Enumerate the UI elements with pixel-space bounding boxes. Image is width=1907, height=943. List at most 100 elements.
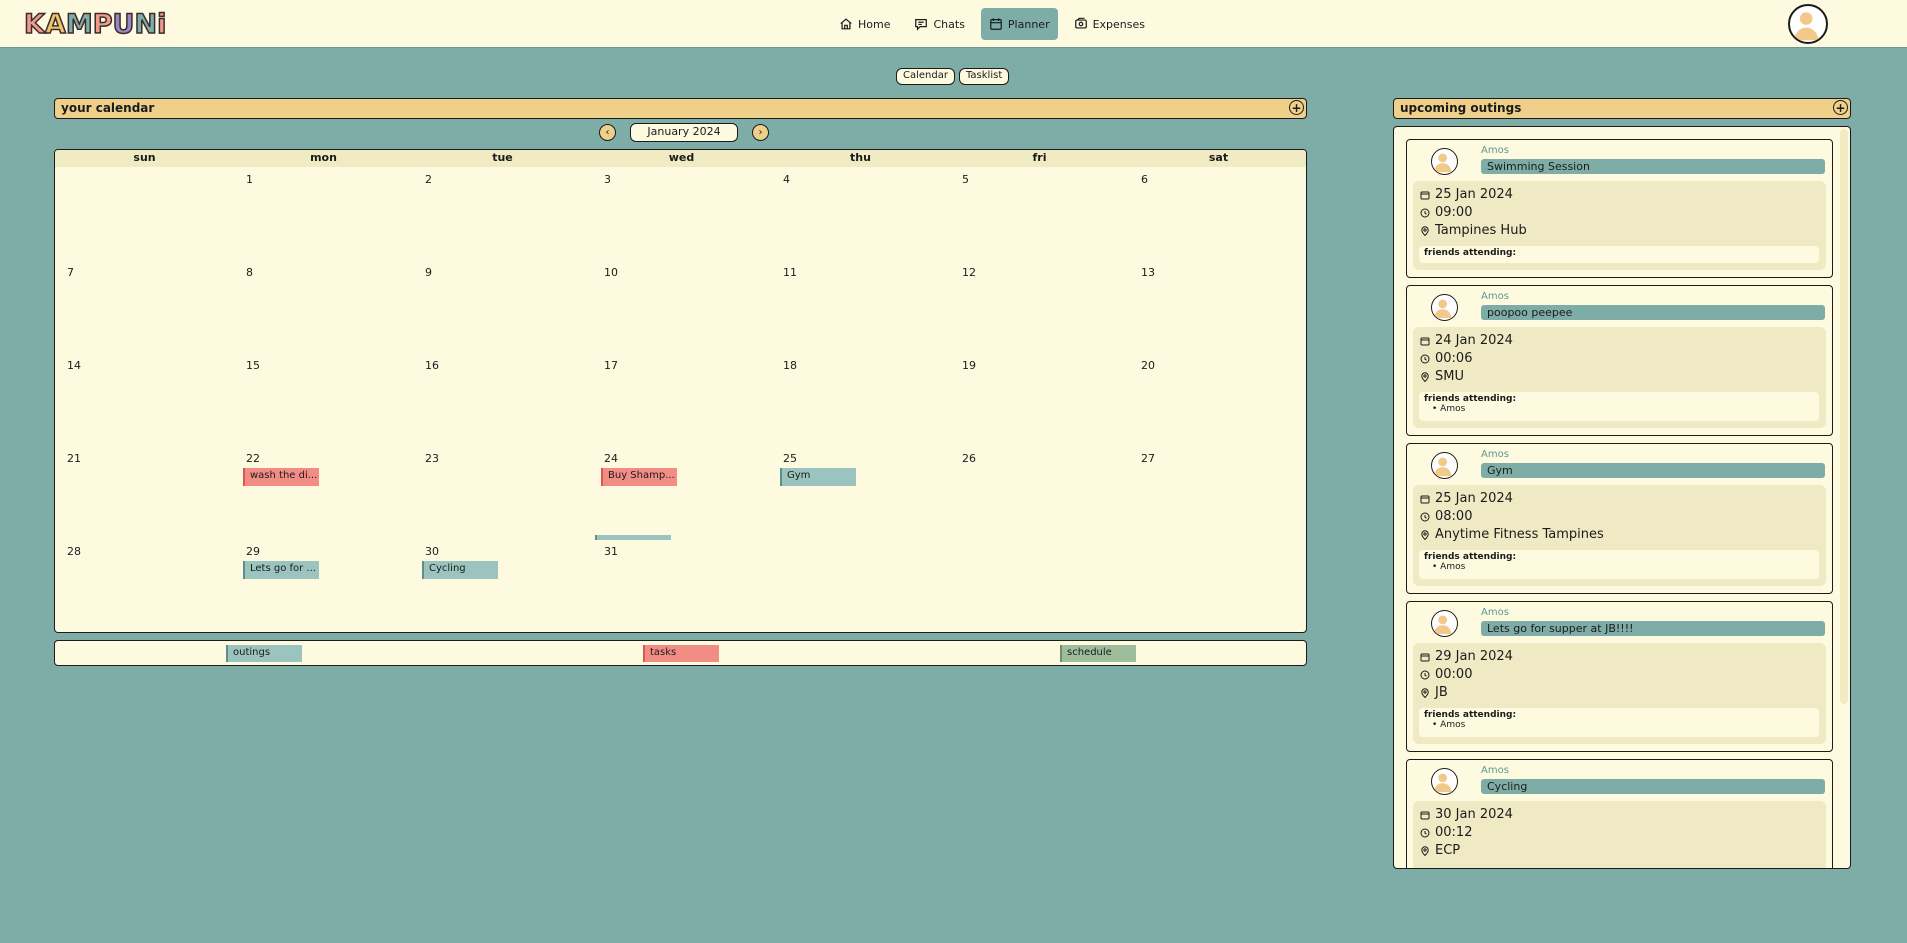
- friends-attending: friends attending:: [1419, 246, 1819, 263]
- nav-expenses[interactable]: Expenses: [1066, 8, 1153, 40]
- next-month-button[interactable]: ›: [752, 124, 769, 141]
- day-number: 21: [67, 452, 81, 465]
- outing-time: 09:00: [1420, 205, 1472, 220]
- outing-location: JB: [1420, 685, 1448, 700]
- nav-home-label: Home: [858, 17, 891, 31]
- calendar-view-button[interactable]: Calendar: [896, 68, 955, 85]
- weekday-label: mon: [310, 151, 337, 164]
- outing-organizer: Amos: [1481, 607, 1509, 618]
- logo-letter: M: [65, 8, 93, 41]
- nav-chats[interactable]: Chats: [906, 8, 972, 40]
- calendar-legend: outings tasks schedule: [54, 640, 1307, 666]
- outing-location: Tampines Hub: [1420, 223, 1527, 238]
- user-avatar-icon: [1433, 457, 1452, 477]
- calendar-icon: [1420, 811, 1430, 819]
- nav-planner[interactable]: Planner: [980, 8, 1058, 40]
- outing-card[interactable]: Amos Swimming Session 25 Jan 2024 09:00 …: [1406, 139, 1833, 278]
- calendar-event-task[interactable]: wash the di...: [243, 468, 319, 486]
- day-cell[interactable]: 4: [771, 169, 950, 262]
- nav-expenses-label: Expenses: [1092, 17, 1146, 31]
- calendar-icon: [990, 18, 1002, 30]
- add-calendar-event-button[interactable]: +: [1289, 100, 1304, 115]
- day-cell[interactable]: 6: [1129, 169, 1306, 262]
- calendar-event-outing[interactable]: Gym: [780, 468, 856, 486]
- outings-scrollbar[interactable]: [1840, 129, 1848, 704]
- day-number: 1: [246, 173, 253, 186]
- chat-icon: [915, 19, 928, 31]
- day-cell[interactable]: 29 Lets go for ...: [234, 541, 413, 632]
- day-number: 2: [425, 173, 432, 186]
- day-number: 6: [1141, 173, 1148, 186]
- day-cell[interactable]: 7: [55, 262, 234, 355]
- day-cell[interactable]: 9: [413, 262, 592, 355]
- day-cell[interactable]: 25 Gym: [771, 448, 950, 541]
- logo-letter: K: [23, 8, 45, 41]
- day-cell[interactable]: 2: [413, 169, 592, 262]
- day-number: 31: [604, 545, 618, 558]
- day-cell[interactable]: 14: [55, 355, 234, 448]
- day-cell[interactable]: [55, 169, 234, 262]
- outing-location: Anytime Fitness Tampines: [1420, 527, 1604, 542]
- weekday-label: sun: [133, 151, 156, 164]
- friends-attending: friends attending: Amos: [1419, 708, 1819, 737]
- calendar-icon: [1420, 653, 1430, 661]
- outing-location-text: Anytime Fitness Tampines: [1435, 527, 1604, 542]
- day-cell[interactable]: 18: [771, 355, 950, 448]
- day-cell[interactable]: 27: [1129, 448, 1306, 541]
- outing-card[interactable]: Amos Lets go for supper at JB!!!! 29 Jan…: [1406, 601, 1833, 752]
- outing-location-text: SMU: [1435, 369, 1464, 384]
- day-cell[interactable]: 13: [1129, 262, 1306, 355]
- outing-location-text: JB: [1435, 685, 1448, 700]
- outing-card[interactable]: Amos poopoo peepee 24 Jan 2024 00:06 SMU…: [1406, 285, 1833, 436]
- user-avatar-icon: [1793, 12, 1819, 41]
- add-outing-button[interactable]: +: [1833, 100, 1848, 115]
- profile-avatar[interactable]: [1788, 4, 1828, 44]
- day-cell[interactable]: 5: [950, 169, 1129, 262]
- outing-date: 30 Jan 2024: [1420, 807, 1513, 822]
- outing-time: 08:00: [1420, 509, 1472, 524]
- outing-card[interactable]: Amos Gym 25 Jan 2024 08:00 Anytime Fitne…: [1406, 443, 1833, 594]
- location-pin-icon: [1421, 225, 1429, 236]
- day-cell[interactable]: 26: [950, 448, 1129, 541]
- weekday-header-row: sun mon tue wed thu fri sat: [55, 150, 1306, 167]
- day-cell[interactable]: 21: [55, 448, 234, 541]
- friends-attending-label: friends attending:: [1424, 394, 1517, 404]
- chevron-right-icon: ›: [758, 127, 763, 138]
- day-cell[interactable]: 28: [55, 541, 234, 632]
- clock-icon: [1420, 828, 1430, 837]
- outing-time-text: 00:12: [1435, 825, 1473, 840]
- day-cell[interactable]: 30 Cycling: [413, 541, 592, 632]
- prev-month-button[interactable]: ‹: [599, 124, 616, 141]
- day-number: 18: [783, 359, 797, 372]
- day-cell[interactable]: 3: [592, 169, 771, 262]
- weekday-label: wed: [668, 151, 695, 164]
- outing-date: 24 Jan 2024: [1420, 333, 1513, 348]
- calendar-event-outing-overflow[interactable]: [595, 535, 671, 540]
- calendar-event-task[interactable]: Buy Shamp...: [601, 468, 677, 486]
- plus-icon: +: [1291, 100, 1302, 115]
- day-cell[interactable]: 11: [771, 262, 950, 355]
- calendar-header: your calendar +: [54, 98, 1307, 119]
- nav-home[interactable]: Home: [831, 8, 898, 40]
- day-cell[interactable]: 20: [1129, 355, 1306, 448]
- day-cell[interactable]: 19: [950, 355, 1129, 448]
- day-cell[interactable]: 8: [234, 262, 413, 355]
- logo-letter: P: [92, 8, 113, 41]
- day-cell[interactable]: 10: [592, 262, 771, 355]
- outings-list[interactable]: Amos Swimming Session 25 Jan 2024 09:00 …: [1393, 126, 1851, 869]
- outings-title: upcoming outings: [1400, 101, 1522, 115]
- calendar-event-outing[interactable]: Lets go for ...: [243, 561, 319, 579]
- day-cell[interactable]: 1: [234, 169, 413, 262]
- day-cell[interactable]: 23: [413, 448, 592, 541]
- day-cell[interactable]: 24 Buy Shamp...: [592, 448, 771, 541]
- day-cell[interactable]: 12: [950, 262, 1129, 355]
- day-cell[interactable]: 15: [234, 355, 413, 448]
- calendar-event-outing[interactable]: Cycling: [422, 561, 498, 579]
- day-cell[interactable]: 16: [413, 355, 592, 448]
- outing-card[interactable]: Amos Cycling 30 Jan 2024 00:12 ECP: [1406, 759, 1833, 868]
- day-cell[interactable]: 22 wash the di...: [234, 448, 413, 541]
- day-cell[interactable]: 31: [592, 541, 771, 632]
- kampuni-logo[interactable]: KAMPUNi: [23, 6, 167, 42]
- day-cell[interactable]: 17: [592, 355, 771, 448]
- tasklist-view-button[interactable]: Tasklist: [958, 68, 1010, 85]
